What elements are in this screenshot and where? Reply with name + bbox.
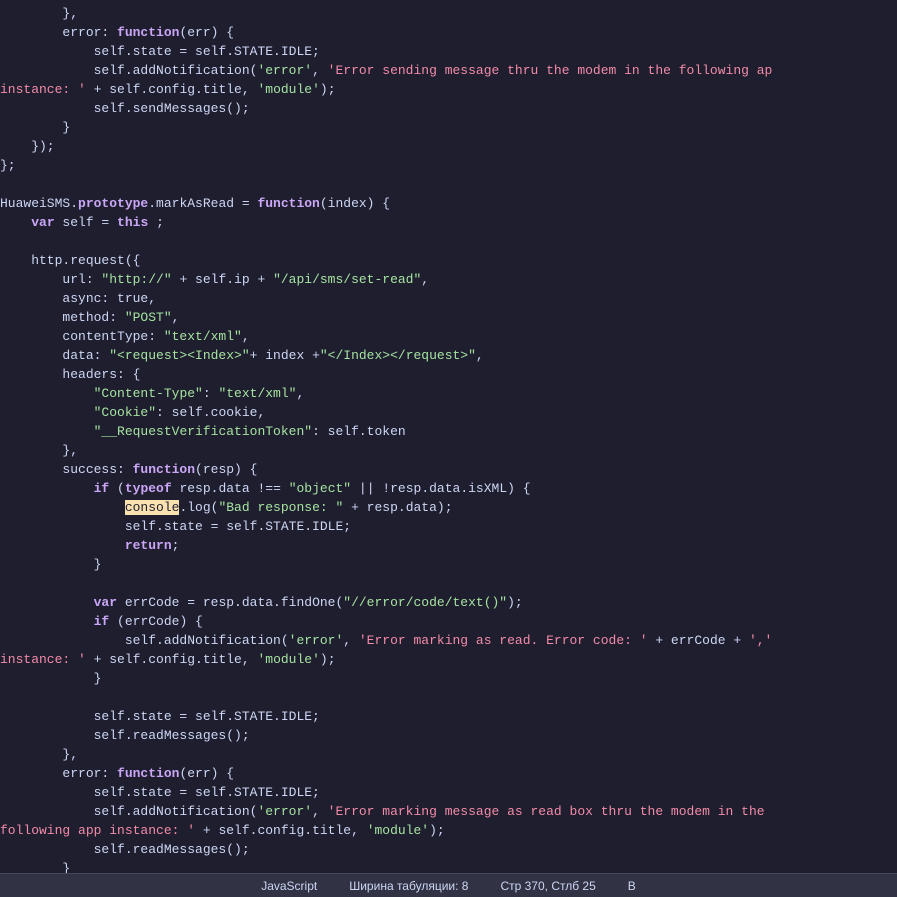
code-line: var self = this ;: [0, 213, 897, 232]
code-line: error: function(err) {: [0, 23, 897, 42]
code-line: http.request({: [0, 251, 897, 270]
encoding-selector[interactable]: В: [612, 879, 652, 893]
code-content: }, error: function(err) { self.state = s…: [0, 0, 897, 873]
code-line: self.readMessages();: [0, 726, 897, 745]
code-line: },: [0, 441, 897, 460]
code-line: "__RequestVerificationToken": self.token: [0, 422, 897, 441]
code-line: });: [0, 137, 897, 156]
code-line: console.log("Bad response: " + resp.data…: [0, 498, 897, 517]
code-line: self.addNotification('error', 'Error mar…: [0, 631, 897, 650]
tab-width-selector[interactable]: Ширина табуляции: 8: [333, 879, 484, 893]
code-line: instance: ' + self.config.title, 'module…: [0, 80, 897, 99]
code-line: self.state = self.STATE.IDLE;: [0, 707, 897, 726]
language-selector[interactable]: JavaScript: [245, 879, 333, 893]
code-line: contentType: "text/xml",: [0, 327, 897, 346]
code-editor[interactable]: }, error: function(err) { self.state = s…: [0, 0, 897, 873]
code-line: instance: ' + self.config.title, 'module…: [0, 650, 897, 669]
code-line: },: [0, 745, 897, 764]
code-line: },: [0, 4, 897, 23]
code-line: }: [0, 859, 897, 873]
cursor-position[interactable]: Стр 370, Стлб 25: [484, 879, 611, 893]
code-line: }: [0, 555, 897, 574]
code-line: error: function(err) {: [0, 764, 897, 783]
code-line: self.sendMessages();: [0, 99, 897, 118]
code-line: }: [0, 669, 897, 688]
code-line: [0, 574, 897, 593]
code-line: self.state = self.STATE.IDLE;: [0, 783, 897, 802]
code-line: self.readMessages();: [0, 840, 897, 859]
code-line: success: function(resp) {: [0, 460, 897, 479]
code-line: HuaweiSMS.prototype.markAsRead = functio…: [0, 194, 897, 213]
code-line: self.addNotification('error', 'Error mar…: [0, 802, 897, 821]
code-line: self.state = self.STATE.IDLE;: [0, 42, 897, 61]
code-line: method: "POST",: [0, 308, 897, 327]
code-line: url: "http://" + self.ip + "/api/sms/set…: [0, 270, 897, 289]
code-line: "Content-Type": "text/xml",: [0, 384, 897, 403]
code-line: self.addNotification('error', 'Error sen…: [0, 61, 897, 80]
code-line: self.state = self.STATE.IDLE;: [0, 517, 897, 536]
code-line: };: [0, 156, 897, 175]
code-line: if (typeof resp.data !== "object" || !re…: [0, 479, 897, 498]
code-line: }: [0, 118, 897, 137]
code-line: async: true,: [0, 289, 897, 308]
code-line: if (errCode) {: [0, 612, 897, 631]
code-line: [0, 688, 897, 707]
code-line: return;: [0, 536, 897, 555]
code-line: [0, 175, 897, 194]
code-line: data: "<request><Index>"+ index +"</Inde…: [0, 346, 897, 365]
code-line: headers: {: [0, 365, 897, 384]
code-line: following app instance: ' + self.config.…: [0, 821, 897, 840]
code-line: [0, 232, 897, 251]
code-line: var errCode = resp.data.findOne("//error…: [0, 593, 897, 612]
status-bar: JavaScript Ширина табуляции: 8 Стр 370, …: [0, 873, 897, 897]
code-line: "Cookie": self.cookie,: [0, 403, 897, 422]
